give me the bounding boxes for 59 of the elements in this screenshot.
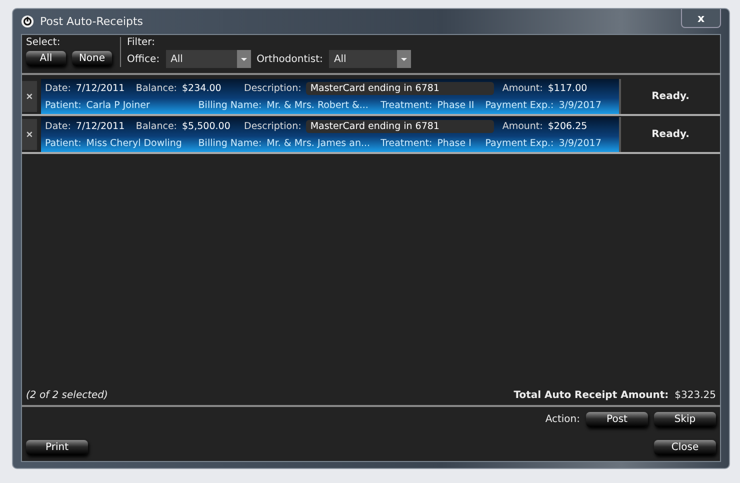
field-label: Date: [45, 121, 71, 132]
receipt-card[interactable]: Date: 7/12/2011 Balance: $234.00 Description: MasterCard ending in 6781 Amount: $117.00 Patient: Carla P Joiner Billing Name: Mr. & Mrs. Robert &... Treatment: Phase II Payment Exp.: 3/9/2017 [41, 79, 619, 114]
action-button[interactable]: Post [586, 412, 648, 427]
field-label: Date: [45, 83, 71, 94]
field-label: Description: [244, 121, 302, 132]
dismiss-button[interactable]: Close [654, 440, 716, 455]
field-label: Treatment: [380, 138, 432, 149]
selection-count: (2 of 2 selected) [26, 390, 108, 400]
date-value: 7/12/2011 [76, 121, 126, 132]
treatment-value: Phase I [437, 138, 472, 149]
balance-value: $5,500.00 [182, 121, 232, 132]
dropdown-field[interactable]: All [166, 50, 251, 68]
window-title: Post Auto-Receipts [40, 15, 144, 28]
treatment-value: Phase II [437, 100, 476, 111]
field-label: Description: [244, 83, 302, 94]
caret-icon [396, 50, 411, 68]
action-button[interactable]: Skip [654, 412, 716, 427]
field-label: Patient: [45, 138, 82, 149]
amount-value: $117.00 [548, 83, 588, 94]
expiry-value: 3/9/2017 [558, 100, 602, 111]
expiry-value: 3/9/2017 [558, 138, 602, 149]
select-button[interactable]: None [72, 51, 112, 66]
caret-icon [236, 50, 251, 68]
remove-button[interactable]: × [22, 119, 37, 150]
billing-value: Mr. & Mrs. James an... [266, 138, 372, 149]
action-label: Action: [545, 414, 580, 425]
filter-field-label: Orthodontist: [256, 54, 323, 64]
balance-value: $234.00 [182, 83, 222, 94]
field-label: Patient: [45, 100, 82, 111]
dropdown-field[interactable]: All [328, 50, 411, 68]
status-text: Ready. [652, 129, 690, 140]
status-text: Ready. [652, 91, 690, 102]
field-label: Payment Exp.: [485, 138, 554, 149]
field-label: Billing Name: [198, 100, 262, 111]
field-label: Amount: [502, 83, 543, 94]
total-label: Total Auto Receipt Amount: [514, 390, 669, 400]
print-button[interactable]: Print [26, 440, 88, 455]
date-value: 7/12/2011 [76, 83, 126, 94]
filter-label: Filter: [127, 37, 156, 48]
filter-field-label: Office: [127, 54, 160, 64]
field-label: Billing Name: [198, 138, 262, 149]
patient-value: Miss Cheryl Dowling [86, 138, 183, 149]
field-label: Amount: [502, 121, 543, 132]
select-label: Select: [26, 37, 62, 48]
patient-value: Carla P Joiner [86, 100, 151, 111]
field-label: Payment Exp.: [485, 100, 554, 111]
power-icon [21, 15, 34, 28]
total-value: $323.25 [674, 390, 716, 400]
receipt-card[interactable]: Date: 7/12/2011 Balance: $5,500.00 Description: MasterCard ending in 6781 Amount: $206.25 Patient: Miss Cheryl Dowling Billing Name: Mr. & Mrs. James an... Treatment: Phase I Payment Exp.: 3/9/2017 [41, 117, 619, 152]
billing-value: Mr. & Mrs. Robert &... [266, 100, 370, 111]
field-label: Treatment: [380, 100, 432, 111]
field-label: Balance: [136, 121, 178, 132]
window-close-button[interactable]: x [681, 9, 721, 28]
amount-value: $206.25 [548, 121, 588, 132]
description-field: MasterCard ending in 6781 [306, 82, 494, 96]
field-label: Balance: [136, 83, 178, 94]
select-button[interactable]: All [26, 51, 66, 66]
remove-button[interactable]: × [22, 81, 37, 112]
description-field: MasterCard ending in 6781 [306, 120, 494, 134]
